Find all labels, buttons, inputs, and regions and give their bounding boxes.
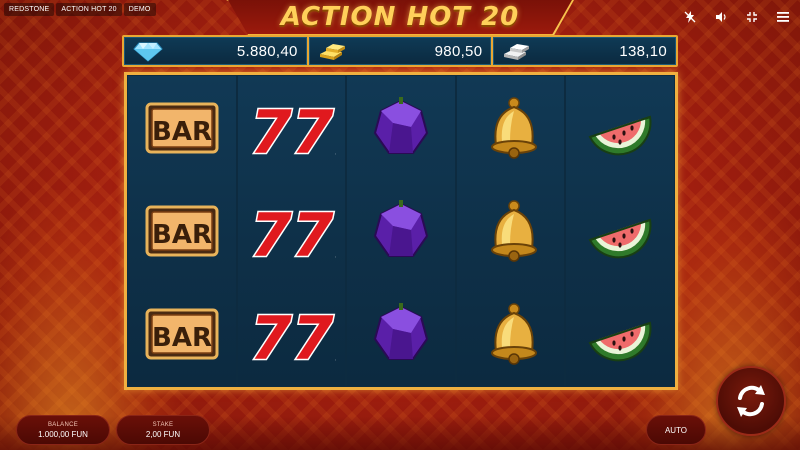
reel-2: 777 777 777 777 777 777 — [237, 76, 346, 386]
sound-icon[interactable] — [714, 10, 728, 24]
jackpot-gold: 980,50 — [308, 37, 492, 65]
bell-symbol — [461, 78, 561, 178]
svg-text:777: 777 — [250, 98, 336, 161]
diamond-icon — [133, 42, 163, 62]
silver-bars-icon — [504, 44, 530, 60]
breadcrumb-mode: DEMO — [123, 3, 156, 16]
balance-display[interactable]: BALANCE 1.000,00 FUN — [16, 415, 110, 445]
auto-button[interactable]: AUTO — [646, 415, 706, 445]
svg-text:BAR: BAR — [152, 117, 212, 147]
balance-label: BALANCE — [47, 421, 79, 428]
bell-symbol — [461, 181, 561, 281]
svg-text:BAR: BAR — [152, 220, 212, 250]
seven-symbol: 777 777 — [241, 284, 341, 384]
reel-frame: BAR BAR BAR 777 777 777 777 777 777 — [124, 72, 678, 390]
watermelon-symbol — [570, 181, 670, 281]
bar-symbol: BAR — [132, 181, 232, 281]
jackpot-bar: 5.880,40 980,50 138,10 — [122, 35, 678, 67]
game-title: ACTION HOT 20 — [280, 2, 520, 32]
jackpot-diamond: 5.880,40 — [124, 37, 307, 65]
spin-arrows-icon — [737, 385, 765, 417]
gold-bars-icon — [319, 44, 345, 60]
reel-grid: BAR BAR BAR 777 777 777 777 777 777 — [127, 75, 675, 387]
stake-label: STAKE — [152, 421, 174, 428]
breadcrumb-provider: REDSTONE — [4, 3, 55, 16]
stake-button[interactable]: STAKE 2,00 FUN — [116, 415, 210, 445]
watermelon-symbol — [570, 78, 670, 178]
reel-3 — [347, 76, 455, 386]
spin-button[interactable] — [716, 366, 786, 436]
jackpot-diamond-value: 5.880,40 — [236, 42, 298, 60]
breadcrumb: REDSTONE ACTION HOT 20 DEMO — [4, 3, 156, 16]
svg-text:BAR: BAR — [152, 323, 212, 353]
menu-icon[interactable] — [776, 10, 790, 24]
breadcrumb-game: ACTION HOT 20 — [56, 3, 122, 16]
seven-symbol: 777 777 — [241, 78, 341, 178]
stake-value: 2,00 FUN — [145, 429, 181, 439]
seven-symbol: 777 777 — [241, 181, 341, 281]
plum-symbol — [351, 284, 451, 384]
reel-1: BAR BAR BAR — [128, 76, 236, 386]
balance-value: 1.000,00 FUN — [38, 429, 88, 439]
fullscreen-exit-icon[interactable] — [745, 10, 759, 24]
jackpot-gold-value: 980,50 — [434, 42, 483, 60]
plum-symbol — [351, 78, 451, 178]
reel-4 — [456, 76, 565, 386]
top-toolbar — [683, 10, 790, 24]
lightning-off-icon[interactable] — [683, 10, 697, 24]
reel-5 — [566, 76, 674, 386]
auto-label: AUTO — [664, 425, 688, 435]
jackpot-silver-value: 138,10 — [619, 42, 668, 60]
jackpot-silver: 138,10 — [493, 37, 677, 65]
bell-symbol — [461, 284, 561, 384]
watermelon-symbol — [570, 284, 670, 384]
bar-symbol: BAR — [132, 78, 232, 178]
svg-text:777: 777 — [250, 201, 336, 264]
svg-text:777: 777 — [250, 304, 336, 367]
bar-symbol: BAR — [132, 284, 232, 384]
plum-symbol — [351, 181, 451, 281]
